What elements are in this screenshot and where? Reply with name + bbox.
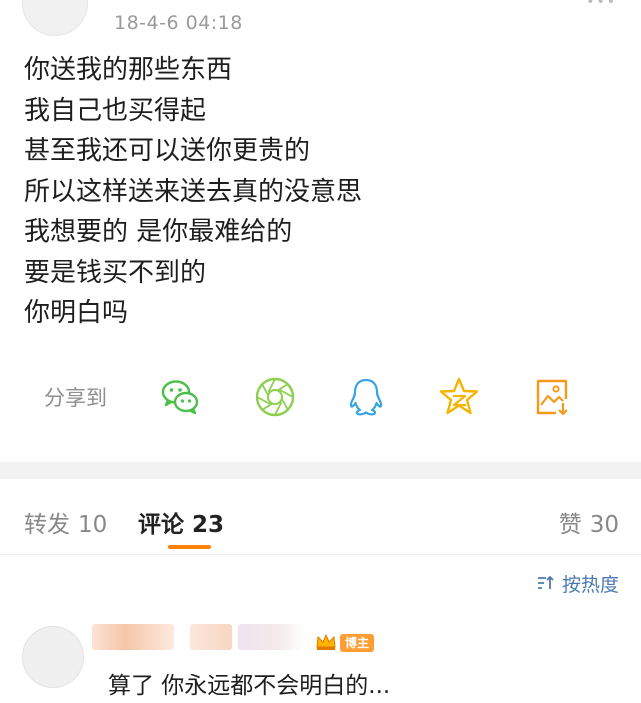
sort-icon	[537, 576, 554, 589]
commenter-name-redacted	[238, 624, 304, 650]
commenter-name-redacted[interactable]	[92, 624, 174, 650]
author-badge: 博主	[340, 634, 375, 652]
post-header: 18-4-6 04:18 •••	[0, 0, 641, 40]
tab-likes-count: 30	[589, 512, 619, 538]
post-text-line: 所以这样送来送去真的没意思	[24, 176, 363, 207]
interaction-tabs: 转发 10 评论 23 赞 30	[0, 479, 641, 555]
commenter-avatar[interactable]	[22, 626, 84, 688]
comment-item: 博主 算了 你永远都不会明白的...	[0, 618, 641, 703]
comment-text: 算了 你永远都不会明白的...	[108, 673, 391, 699]
more-options-icon[interactable]: •••	[586, 0, 617, 10]
tab-repost-label: 转发	[24, 512, 70, 538]
tab-repost[interactable]: 转发 10	[24, 505, 107, 539]
qzone-icon[interactable]	[436, 374, 482, 420]
post-text-line: 我想要的 是你最难给的	[24, 217, 293, 247]
post-text-line: 甚至我还可以送你更贵的	[24, 136, 311, 166]
commenter-name-redacted	[190, 624, 232, 650]
author-avatar[interactable]	[22, 0, 88, 36]
active-tab-indicator	[168, 545, 211, 549]
tab-comments-label: 评论	[138, 512, 184, 538]
share-bar: 分享到	[0, 368, 641, 424]
save-image-icon[interactable]	[529, 374, 575, 420]
tab-likes[interactable]: 赞 30	[559, 505, 619, 539]
tab-likes-label: 赞	[558, 512, 582, 538]
sort-by-hot-button[interactable]: 按热度	[536, 570, 619, 596]
tab-comments[interactable]: 评论 23	[138, 505, 224, 539]
wechat-icon[interactable]	[158, 374, 204, 420]
section-divider	[0, 462, 641, 479]
sort-label: 按热度	[561, 573, 619, 596]
crown-icon	[316, 633, 336, 650]
qq-icon[interactable]	[343, 374, 389, 420]
share-label: 分享到	[44, 386, 107, 410]
post-timestamp: 18-4-6 04:18	[114, 12, 243, 34]
tab-repost-count: 10	[78, 512, 108, 538]
moments-icon[interactable]	[252, 374, 298, 420]
tab-comments-count: 23	[192, 512, 225, 538]
post-text-line: 你明白吗	[24, 298, 129, 328]
post-text-line: 要是钱买不到的	[24, 257, 207, 288]
post-text-line: 你送我的那些东西	[24, 55, 233, 85]
post-text-line: 我自己也买得起	[24, 95, 207, 126]
post-content: 你送我的那些东西 我自己也买得起 甚至我还可以送你更贵的 所以这样送来送去真的没…	[24, 50, 624, 334]
